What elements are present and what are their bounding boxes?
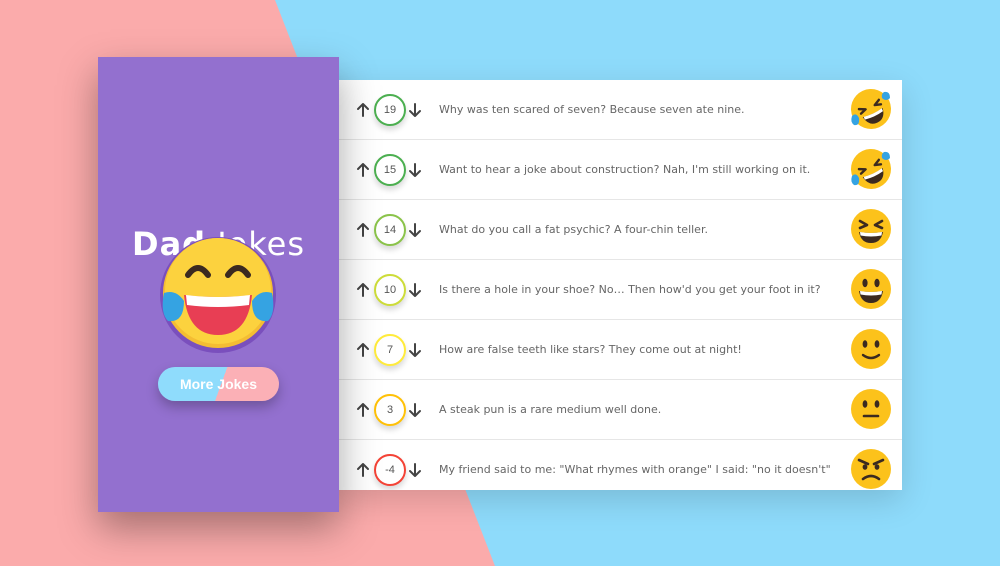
downvote-arrow-icon[interactable] (408, 342, 422, 358)
downvote-arrow-icon[interactable] (408, 102, 422, 118)
grinning-squint-emoji-icon (851, 209, 891, 249)
joke-text: Want to hear a joke about construction? … (439, 163, 811, 176)
downvote-arrow-icon[interactable] (408, 222, 422, 238)
upvote-arrow-icon[interactable] (356, 462, 370, 478)
downvote-arrow-icon[interactable] (408, 402, 422, 418)
more-jokes-button[interactable]: More Jokes (158, 367, 279, 401)
joke-row: 3 A steak pun is a rare medium well done. (339, 380, 902, 440)
joke-text: A steak pun is a rare medium well done. (439, 403, 662, 416)
upvote-arrow-icon[interactable] (356, 162, 370, 178)
joke-text: My friend said to me: "What rhymes with … (439, 463, 831, 476)
joke-row: 19 Why was ten scared of seven? Because s… (339, 80, 902, 140)
joke-row: -4 My friend said to me: "What rhymes wit… (339, 440, 902, 490)
angry-emoji-icon (851, 449, 891, 489)
vote-count: 7 (374, 334, 406, 366)
joke-row: 10 Is there a hole in your shoe? No… Then… (339, 260, 902, 320)
vote-count: 14 (374, 214, 406, 246)
vote-count: 15 (374, 154, 406, 186)
laughing-emoji-logo (160, 237, 276, 353)
downvote-arrow-icon[interactable] (408, 462, 422, 478)
upvote-arrow-icon[interactable] (356, 102, 370, 118)
joke-list: 19 Why was ten scared of seven? Because s… (339, 80, 902, 490)
joke-text: How are false teeth like stars? They com… (439, 343, 742, 356)
vote-count: 19 (374, 94, 406, 126)
vote-count: 3 (374, 394, 406, 426)
upvote-arrow-icon[interactable] (356, 222, 370, 238)
rolling-laughing-emoji-icon (851, 149, 891, 189)
upvote-arrow-icon[interactable] (356, 342, 370, 358)
joke-text: Is there a hole in your shoe? No… Then h… (439, 283, 821, 296)
vote-count: 10 (374, 274, 406, 306)
joke-row: 7 How are false teeth like stars? They co… (339, 320, 902, 380)
neutral-emoji-icon (851, 389, 891, 429)
upvote-arrow-icon[interactable] (356, 402, 370, 418)
rolling-laughing-emoji-icon (851, 89, 891, 129)
sidebar: Dad Jokes More Jokes (98, 57, 339, 512)
grinning-big-eyes-emoji-icon (851, 269, 891, 309)
joke-row: 15 Want to hear a joke about construction… (339, 140, 902, 200)
vote-count: -4 (374, 454, 406, 486)
downvote-arrow-icon[interactable] (408, 162, 422, 178)
slight-smile-emoji-icon (851, 329, 891, 369)
joke-text: Why was ten scared of seven? Because sev… (439, 103, 745, 116)
joke-text: What do you call a fat psychic? A four-c… (439, 223, 708, 236)
downvote-arrow-icon[interactable] (408, 282, 422, 298)
upvote-arrow-icon[interactable] (356, 282, 370, 298)
joke-row: 14 What do you call a fat psychic? A four… (339, 200, 902, 260)
